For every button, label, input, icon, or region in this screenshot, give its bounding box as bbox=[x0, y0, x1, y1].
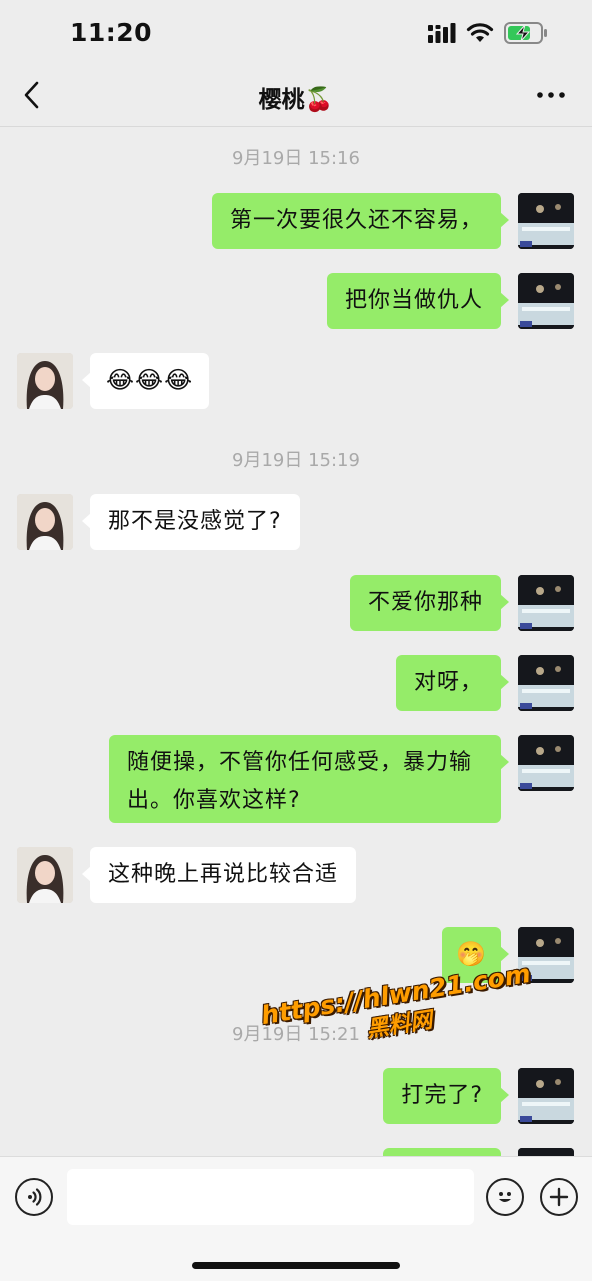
add-button[interactable] bbox=[540, 1178, 578, 1216]
chat-header: 樱桃🍒 bbox=[0, 64, 592, 127]
status-time: 11:20 bbox=[70, 18, 153, 47]
home-indicator bbox=[192, 1262, 400, 1269]
my-avatar[interactable] bbox=[518, 575, 574, 631]
message-bubble-sent[interactable]: 第一次要很久还不容易， bbox=[211, 193, 510, 249]
message-bubble-sent[interactable]: 对呀， bbox=[395, 655, 510, 711]
signal-icon bbox=[428, 23, 456, 43]
emoji-button[interactable] bbox=[486, 1178, 524, 1216]
voice-button[interactable] bbox=[15, 1178, 53, 1216]
contact-avatar[interactable] bbox=[17, 353, 73, 409]
plus-icon bbox=[549, 1187, 569, 1207]
more-dots-icon bbox=[537, 92, 565, 98]
smiley-icon bbox=[499, 1192, 511, 1202]
more-button[interactable] bbox=[534, 82, 568, 108]
status-icons bbox=[428, 22, 548, 44]
chat-title: 樱桃🍒 bbox=[258, 87, 334, 113]
status-bar: 11:20 bbox=[0, 0, 592, 64]
my-avatar[interactable] bbox=[518, 1068, 574, 1124]
my-avatar[interactable] bbox=[518, 655, 574, 711]
contact-avatar[interactable] bbox=[17, 494, 73, 550]
timestamp: 9月19日 15:16 bbox=[232, 148, 360, 169]
message-input[interactable] bbox=[67, 1169, 474, 1225]
timestamp: 9月19日 15:19 bbox=[232, 450, 360, 471]
voice-icon bbox=[28, 1188, 42, 1206]
message-bubble-received[interactable]: 那不是没感觉了? bbox=[82, 494, 300, 550]
message-bubble-sent[interactable]: 随便操，不管你任何感受，暴力输 出。你喜欢这样? bbox=[109, 735, 509, 823]
battery-charging-icon bbox=[504, 22, 547, 44]
wifi-icon bbox=[466, 23, 494, 42]
contact-avatar[interactable] bbox=[17, 847, 73, 903]
my-avatar[interactable] bbox=[518, 735, 574, 791]
message-bubble-sent[interactable]: 打完了? bbox=[383, 1068, 509, 1124]
message-bubble-received[interactable]: 😂😂😂 bbox=[81, 353, 210, 409]
message-bubble-sent[interactable]: 不爱你那种 bbox=[349, 575, 510, 631]
my-avatar[interactable] bbox=[518, 193, 574, 249]
message-bubble-sent[interactable]: 把你当做仇人 bbox=[326, 273, 510, 329]
my-avatar[interactable] bbox=[518, 273, 574, 329]
message-bubble-received[interactable]: 这种晚上再说比较合适 bbox=[81, 847, 357, 903]
